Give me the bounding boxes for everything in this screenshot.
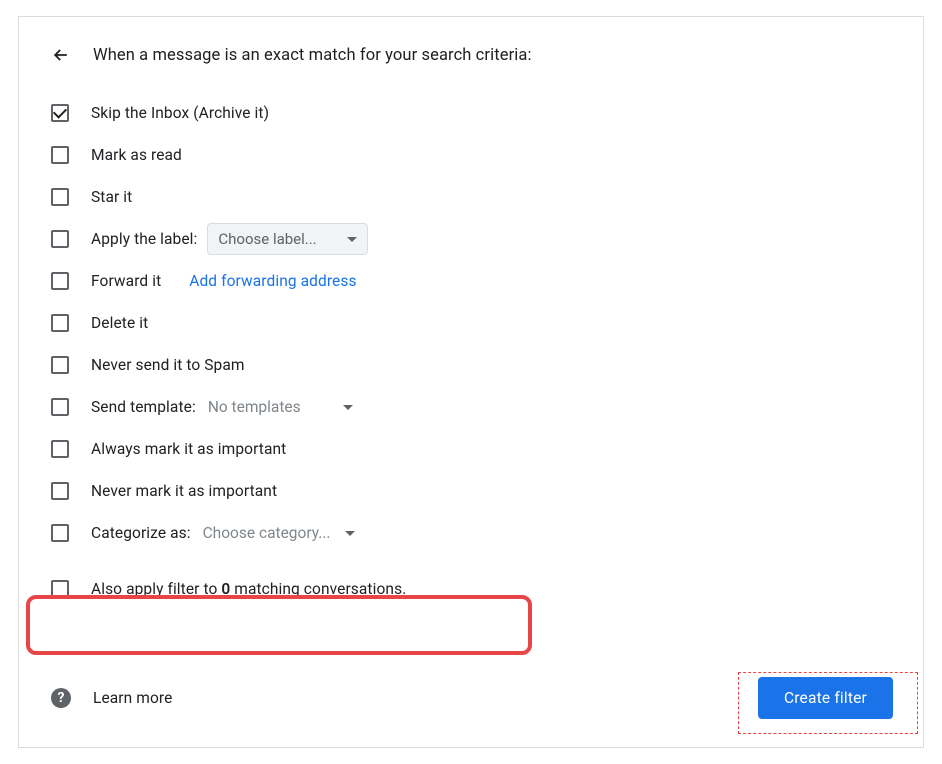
learn-more-group: ? Learn more	[49, 688, 172, 708]
label-also-apply: Also apply filter to 0 matching conversa…	[91, 580, 406, 598]
dialog-footer: ? Learn more Create filter	[49, 677, 893, 719]
option-star-it: Star it	[49, 177, 893, 217]
select-no-templates[interactable]: No templates	[206, 394, 355, 420]
label-always-important: Always mark it as important	[91, 440, 286, 458]
option-categorize: Categorize as: Choose category...	[49, 513, 893, 553]
checkbox-never-important[interactable]	[51, 482, 69, 500]
link-add-forwarding-address[interactable]: Add forwarding address	[189, 272, 356, 290]
option-also-apply: Also apply filter to 0 matching conversa…	[49, 569, 893, 609]
filter-dialog: When a message is an exact match for you…	[18, 16, 924, 748]
option-delete-it: Delete it	[49, 303, 893, 343]
caret-down-icon	[347, 237, 357, 242]
label-apply-label: Apply the label:	[91, 230, 197, 248]
checkbox-always-important[interactable]	[51, 440, 69, 458]
option-mark-read: Mark as read	[49, 135, 893, 175]
checkbox-never-spam[interactable]	[51, 356, 69, 374]
label-forward-it: Forward it	[91, 272, 161, 290]
label-categorize: Categorize as:	[91, 524, 191, 542]
select-choose-category[interactable]: Choose category...	[201, 520, 357, 546]
label-skip-inbox: Skip the Inbox (Archive it)	[91, 104, 269, 122]
help-icon[interactable]: ?	[51, 688, 71, 708]
option-apply-label: Apply the label: Choose label...	[49, 219, 893, 259]
label-send-template: Send template:	[91, 398, 196, 416]
checkbox-forward-it[interactable]	[51, 272, 69, 290]
checkbox-skip-inbox[interactable]	[51, 104, 69, 122]
header-title: When a message is an exact match for you…	[93, 46, 532, 65]
select-choose-label-text: Choose label...	[218, 230, 316, 248]
checkbox-apply-label[interactable]	[51, 230, 69, 248]
label-delete-it: Delete it	[91, 314, 148, 332]
select-choose-label[interactable]: Choose label...	[207, 223, 367, 255]
option-always-important: Always mark it as important	[49, 429, 893, 469]
label-never-important: Never mark it as important	[91, 482, 277, 500]
learn-more-link[interactable]: Learn more	[93, 689, 172, 707]
option-skip-inbox: Skip the Inbox (Archive it)	[49, 93, 893, 133]
label-never-spam: Never send it to Spam	[91, 356, 245, 374]
option-forward-it: Forward it Add forwarding address	[49, 261, 893, 301]
option-never-important: Never mark it as important	[49, 471, 893, 511]
option-never-spam: Never send it to Spam	[49, 345, 893, 385]
label-star-it: Star it	[91, 188, 132, 206]
select-choose-category-text: Choose category...	[203, 524, 331, 542]
back-arrow-icon[interactable]	[51, 45, 71, 65]
checkbox-categorize[interactable]	[51, 524, 69, 542]
options-list: Skip the Inbox (Archive it) Mark as read…	[49, 93, 893, 609]
select-no-templates-text: No templates	[208, 398, 301, 416]
checkbox-star-it[interactable]	[51, 188, 69, 206]
create-filter-button[interactable]: Create filter	[758, 677, 893, 719]
label-mark-read: Mark as read	[91, 146, 182, 164]
checkbox-also-apply[interactable]	[51, 580, 69, 598]
caret-down-icon	[343, 405, 353, 410]
option-send-template: Send template: No templates	[49, 387, 893, 427]
checkbox-mark-read[interactable]	[51, 146, 69, 164]
caret-down-icon	[345, 531, 355, 536]
dialog-header: When a message is an exact match for you…	[49, 45, 893, 65]
checkbox-send-template[interactable]	[51, 398, 69, 416]
checkbox-delete-it[interactable]	[51, 314, 69, 332]
